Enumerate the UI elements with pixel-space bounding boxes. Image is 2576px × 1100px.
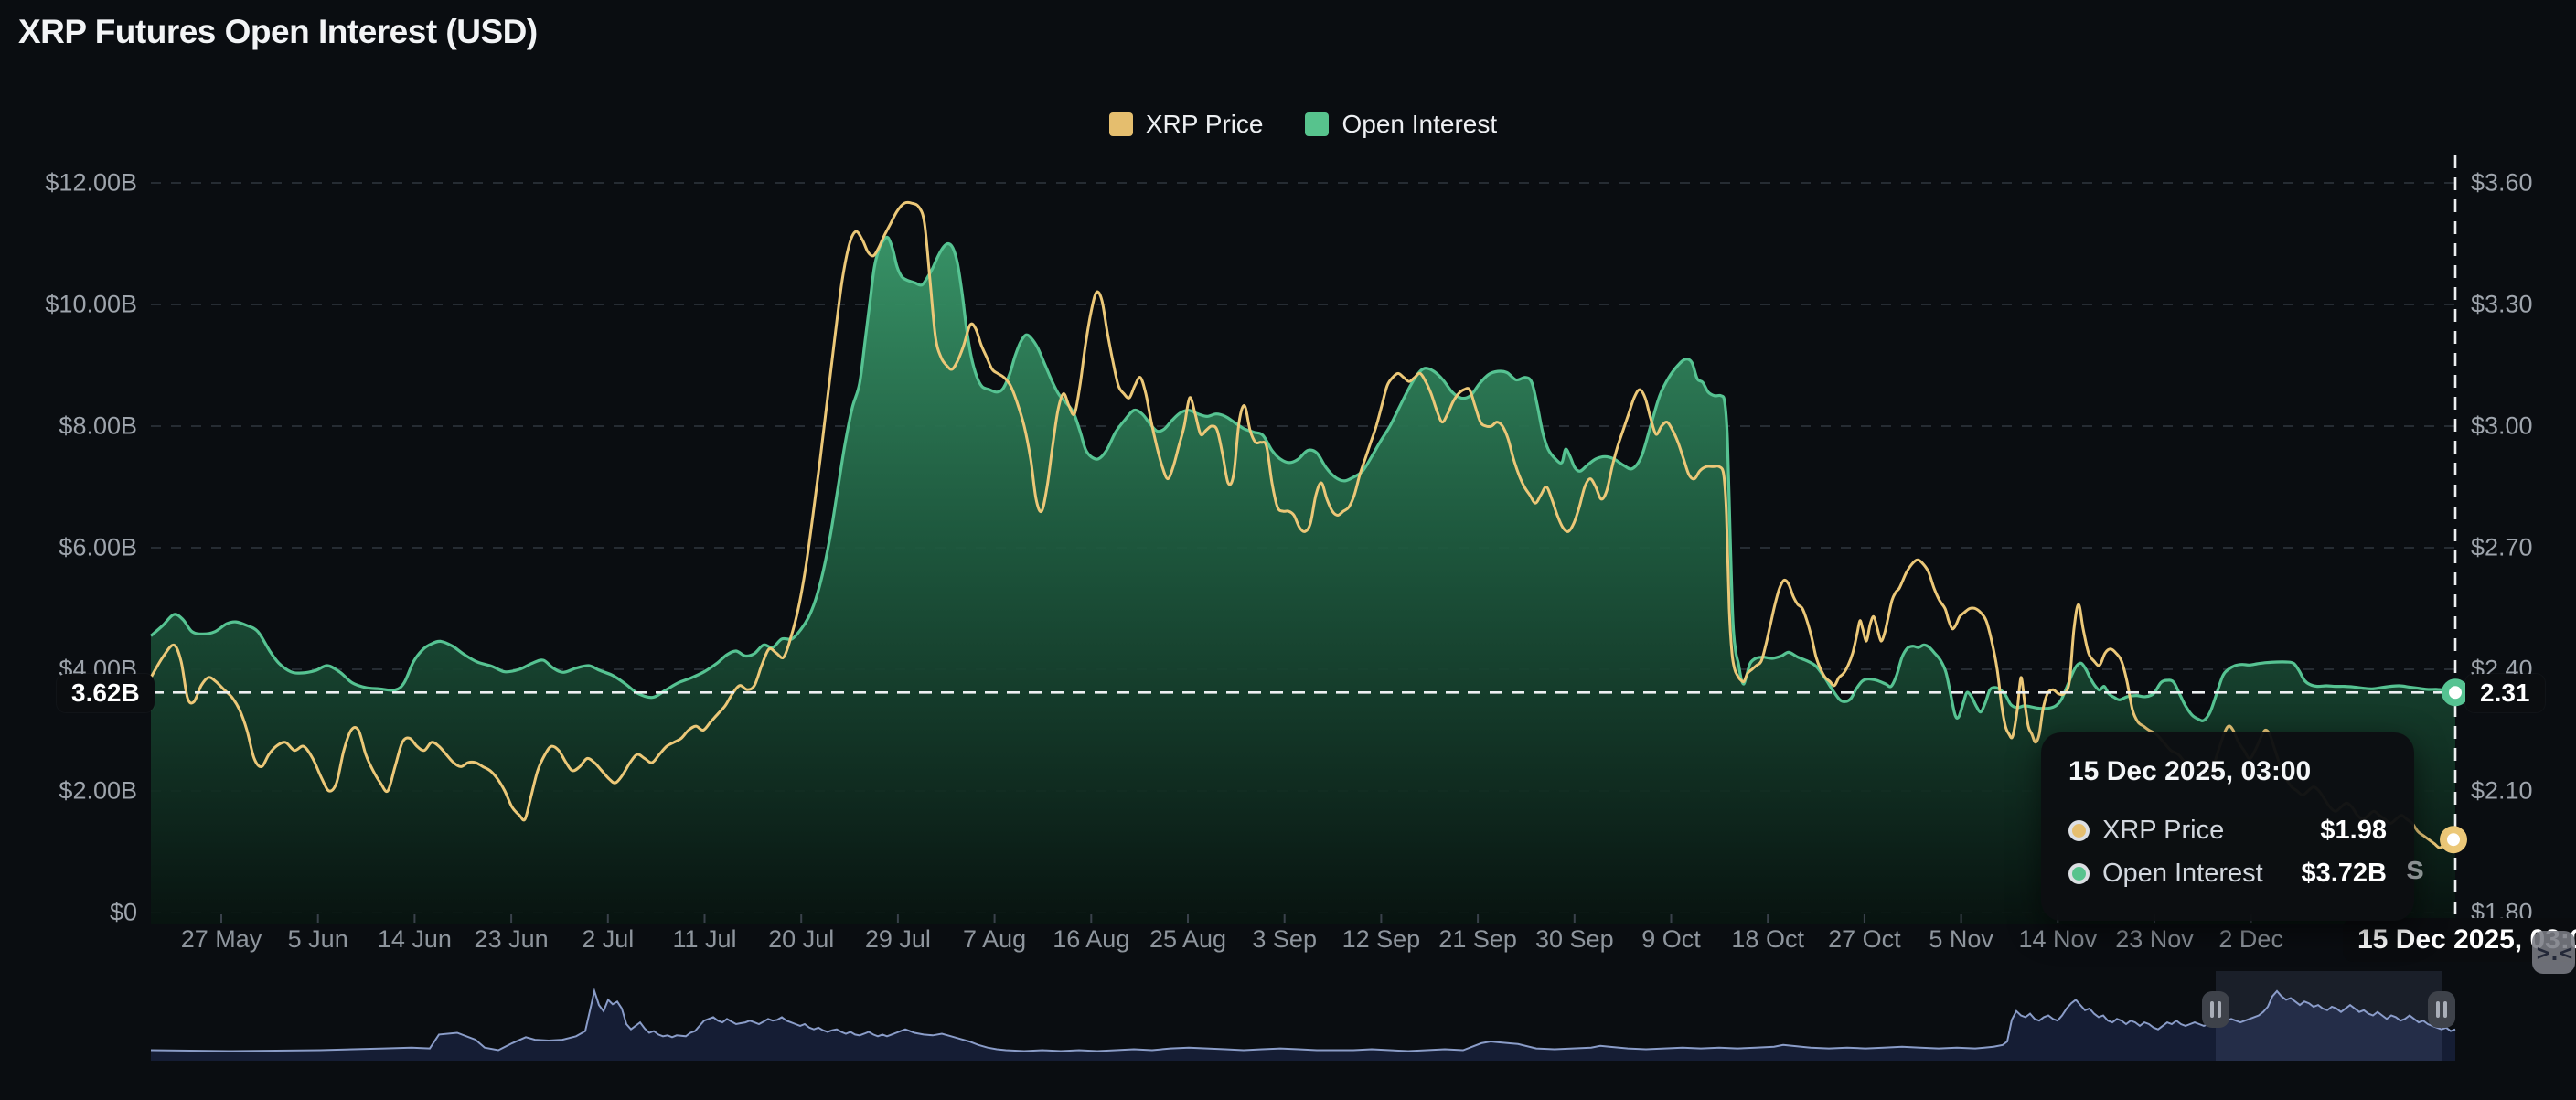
- tooltip-row: XRP Price$1.98: [2041, 809, 2414, 852]
- tooltip: 15 Dec 2025, 03:00 XRP Price$1.98Open In…: [2041, 732, 2414, 921]
- x-axis-tick-label: 12 Sep: [1342, 925, 1421, 954]
- x-axis-tick-label: 23 Nov: [2115, 925, 2194, 954]
- x-axis-tick-label: 29 Jul: [865, 925, 931, 954]
- x-axis-tick-label: 7 Aug: [963, 925, 1026, 954]
- series-endpoint-dot: [2445, 682, 2465, 702]
- tooltip-series-label: XRP Price: [2102, 816, 2320, 846]
- price-axis-marker-label: 2.31: [2465, 674, 2545, 712]
- x-axis-tick-label: 25 Aug: [1149, 925, 1226, 954]
- left-axis-tick-label: $10.00B: [0, 291, 137, 319]
- tooltip-series-dot-icon: [2068, 863, 2090, 884]
- x-axis-tick-label: 21 Sep: [1438, 925, 1517, 954]
- navigator-handle-grip: [2436, 1001, 2440, 1018]
- tooltip-series-dot-icon: [2068, 820, 2090, 841]
- x-axis-tick-label: 18 Oct: [1731, 925, 1804, 954]
- x-axis-tick-label: 27 May: [181, 925, 262, 954]
- chart-root: XRP Futures Open Interest (USD) XRP Pric…: [0, 0, 2576, 1100]
- right-axis-tick-label: $2.70: [2471, 534, 2533, 562]
- x-axis-tick-label: 20 Jul: [768, 925, 834, 954]
- left-axis-tick-label: $12.00B: [0, 169, 137, 198]
- x-axis-tick-label: 14 Nov: [2019, 925, 2098, 954]
- x-axis-tick-label: 11 Jul: [672, 925, 736, 954]
- x-axis-tick-label: 9 Oct: [1641, 925, 1701, 954]
- navigator-handle[interactable]: [2202, 991, 2229, 1028]
- right-axis-tick-label: $2.10: [2471, 777, 2533, 806]
- tooltip-series-value: $1.98: [2320, 816, 2387, 846]
- x-axis-tick-label: 14 Jun: [378, 925, 452, 954]
- open-interest-current-value-label: 3.62B: [57, 674, 155, 712]
- x-axis-tick-label: 2 Dec: [2218, 925, 2283, 954]
- watermark-fragment: s: [2406, 849, 2424, 887]
- x-axis-tick-label: 5 Nov: [1929, 925, 1993, 954]
- left-axis-tick-label: $0: [0, 899, 137, 927]
- navigator-handle-grip: [2218, 1001, 2221, 1018]
- navigator-collapse-button[interactable]: >.<: [2532, 931, 2575, 974]
- navigator-handle-grip: [2443, 1001, 2447, 1018]
- left-axis-tick-label: $8.00B: [0, 412, 137, 441]
- navigator-handle[interactable]: [2428, 991, 2455, 1028]
- tooltip-date: 15 Dec 2025, 03:00: [2068, 756, 2387, 787]
- x-axis-tick-label: 2 Jul: [582, 925, 634, 954]
- tooltip-series-value: $3.72B: [2301, 859, 2387, 889]
- x-axis-tick-label: 27 Oct: [1828, 925, 1901, 954]
- x-axis-tick-label: 30 Sep: [1535, 925, 1614, 954]
- x-axis-tick-label: 5 Jun: [288, 925, 348, 954]
- x-axis-tick-label: 16 Aug: [1053, 925, 1129, 954]
- tooltip-rows: XRP Price$1.98Open Interest$3.72B: [2041, 809, 2414, 895]
- right-axis-tick-label: $3.60: [2471, 169, 2533, 198]
- series-endpoint-dot: [2443, 829, 2464, 849]
- navigator-selection[interactable]: [2216, 971, 2442, 1061]
- navigator-handle-grip: [2210, 1001, 2214, 1018]
- x-axis-tick-label: 3 Sep: [1252, 925, 1317, 954]
- left-axis-tick-label: $2.00B: [0, 777, 137, 806]
- tooltip-series-label: Open Interest: [2102, 859, 2301, 889]
- right-axis-tick-label: $3.30: [2471, 291, 2533, 319]
- right-axis-tick-label: $3.00: [2471, 412, 2533, 441]
- tooltip-row: Open Interest$3.72B: [2041, 852, 2414, 895]
- left-axis-tick-label: $6.00B: [0, 534, 137, 562]
- x-axis-tick-label: 23 Jun: [475, 925, 549, 954]
